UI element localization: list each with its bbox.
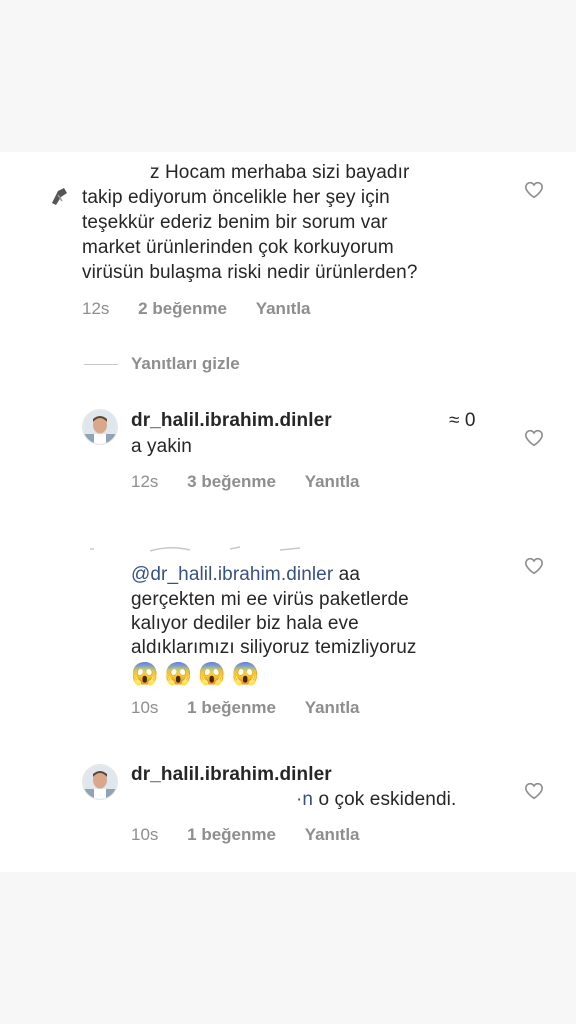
cropped-header [90, 540, 310, 552]
reply-3-cropped-mention[interactable]: ·n [296, 789, 313, 810]
hide-replies-line [84, 364, 118, 365]
hide-replies-button[interactable]: Yanıtları gizle [131, 354, 240, 374]
reply-1-likes[interactable]: 3 beğenme [187, 472, 276, 491]
reply-1-text: a yakin [131, 436, 192, 457]
reply-1-time: 12s [131, 472, 159, 491]
comment-1-time: 12s [82, 299, 110, 318]
reply-2-mention-link[interactable]: @dr_halil.ibrahim.dinler [131, 564, 333, 585]
like-heart-icon[interactable] [524, 181, 544, 199]
comment-1-line-1: z Hocam merhaba sizi bayadır [150, 162, 410, 183]
like-heart-icon[interactable] [524, 429, 544, 447]
avatar[interactable] [82, 409, 118, 445]
reply-2-line-1: @dr_halil.ibrahim.dinler aa [131, 563, 360, 588]
reply-1-meta: 12s 3 beğenme Yanıtla [131, 472, 360, 492]
reply-3-username[interactable]: dr_halil.ibrahim.dinler [131, 763, 332, 788]
reply-2-line-3: kalıyor dediler biz hala eve [131, 613, 359, 634]
reply-3-text: ·n o çok eskidendi. [296, 788, 456, 813]
reply-3-meta: 10s 1 beğenme Yanıtla [131, 825, 360, 845]
comment-1-line-5: virüsün bulaşma riski nedir ürünlerden? [82, 262, 418, 283]
doctor-avatar-icon [83, 410, 117, 444]
comment-1-likes[interactable]: 2 beğenme [138, 299, 227, 318]
reply-2-likes[interactable]: 1 beğenme [187, 698, 276, 717]
comment-1-line-3: teşekkür ederiz benim bir sorum var [82, 212, 388, 233]
reply-2-line-4: aldıklarımızı siliyoruz temizliyoruz [131, 637, 417, 658]
comment-1-line-2: takip ediyorum öncelikle her şey için [82, 187, 390, 208]
partial-avatar-icon [52, 188, 67, 205]
reply-1-text-tail: ≈ 0 [449, 410, 476, 431]
reply-2-meta: 10s 1 beğenme Yanıtla [131, 698, 360, 718]
reply-1-username[interactable]: dr_halil.ibrahim.dinler [131, 409, 332, 434]
avatar[interactable] [82, 764, 118, 800]
reply-3-reply-button[interactable]: Yanıtla [305, 825, 360, 844]
like-heart-icon[interactable] [524, 557, 544, 575]
reply-2-line-2: gerçekten mi ee virüs paketlerde [131, 589, 409, 610]
reply-3-likes[interactable]: 1 beğenme [187, 825, 276, 844]
reply-2-time: 10s [131, 698, 159, 717]
reply-3-time: 10s [131, 825, 159, 844]
cropped-text-remnant-icon [90, 546, 301, 552]
reply-2-emojis: 😱 😱 😱 😱 [131, 661, 259, 686]
reply-2-line-1-rest: aa [333, 564, 360, 585]
comment-1-reply-button[interactable]: Yanıtla [256, 299, 311, 318]
comment-1-line-4: market ürünlerinden çok korkuyorum [82, 237, 394, 258]
comment-1-meta: 12s 2 beğenme Yanıtla [82, 299, 311, 319]
reply-1-reply-button[interactable]: Yanıtla [305, 472, 360, 491]
like-heart-icon[interactable] [524, 782, 544, 800]
doctor-avatar-icon [83, 765, 117, 799]
reply-2-reply-button[interactable]: Yanıtla [305, 698, 360, 717]
reply-3-text-rest: o çok eskidendi. [313, 789, 457, 810]
